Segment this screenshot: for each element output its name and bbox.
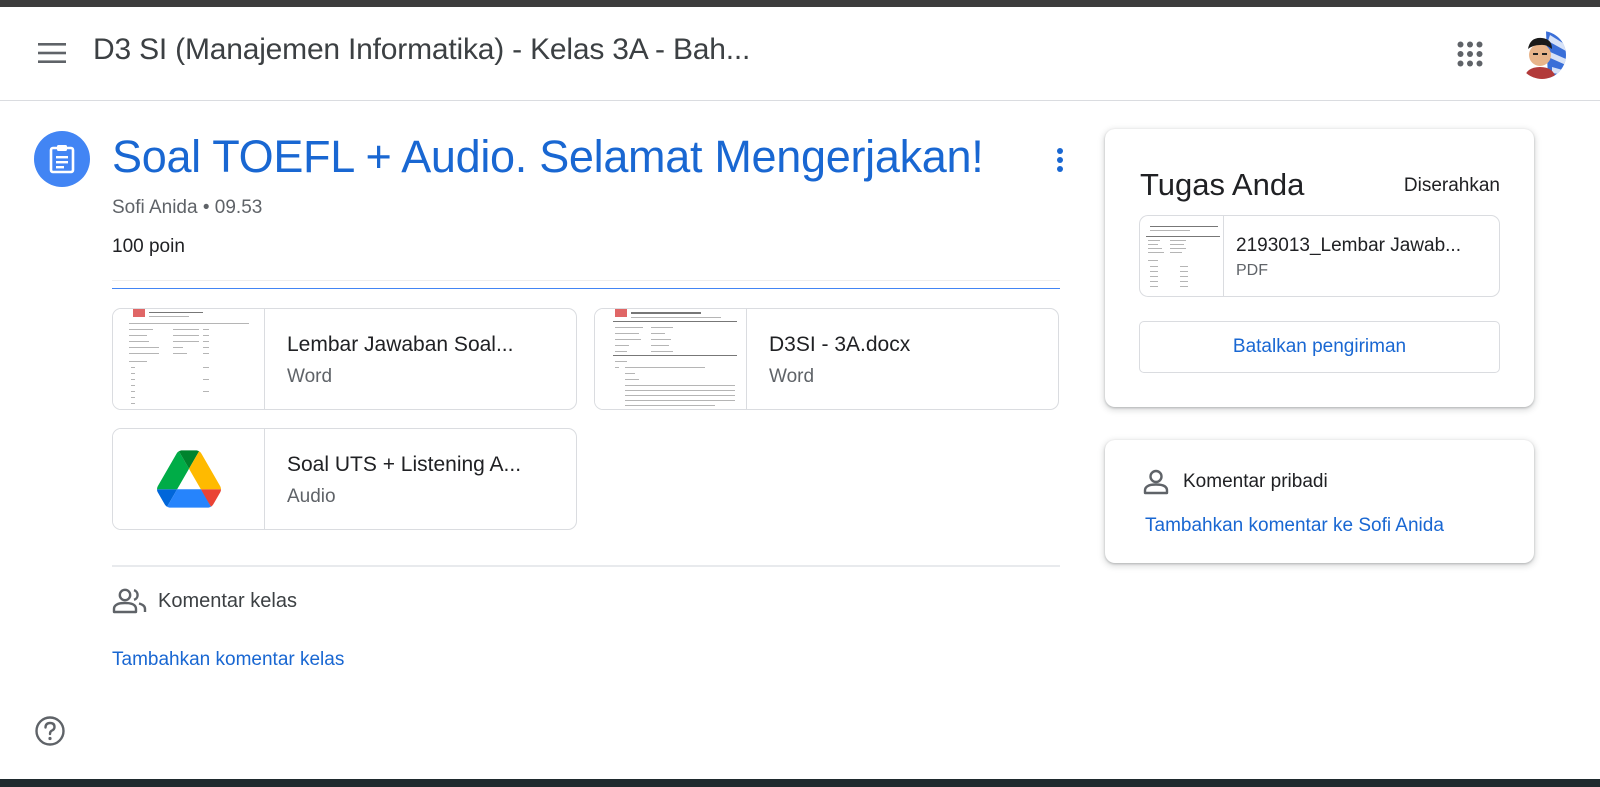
attachment-name: Lembar Jawaban Soal...: [287, 333, 514, 356]
google-drive-icon: [113, 429, 265, 529]
people-icon: [112, 588, 147, 614]
private-comments-panel: Komentar pribadi Tambahkan komentar ke S…: [1105, 440, 1534, 563]
divider: [112, 280, 1060, 281]
attachment-card[interactable]: Lembar Jawaban Soal... Word: [112, 308, 577, 410]
author-name: Sofi Anida: [112, 197, 198, 218]
clipboard-icon: [49, 145, 75, 174]
more-options-button[interactable]: [1043, 140, 1077, 180]
your-work-panel: Tugas Anda Diserahkan 2193013_Lembar Jaw…: [1105, 129, 1534, 407]
class-comments-header: Komentar kelas: [112, 588, 297, 614]
bottom-window-strip: [0, 779, 1600, 787]
post-time: 09.53: [214, 197, 263, 218]
help-button[interactable]: [34, 715, 66, 747]
private-comments-label: Komentar pribadi: [1183, 471, 1328, 492]
private-comments-header: Komentar pribadi: [1143, 469, 1328, 495]
assignment-icon: [34, 131, 90, 187]
attachment-name: Soal UTS + Listening A...: [287, 453, 522, 476]
submitted-file-type: PDF: [1236, 262, 1268, 279]
top-window-strip: [0, 0, 1600, 7]
user-avatar[interactable]: [1518, 31, 1566, 79]
word-doc-thumbnail: [113, 309, 265, 409]
add-private-comment-link[interactable]: Tambahkan komentar ke Sofi Anida: [1145, 515, 1444, 537]
assignment-meta: Sofi Anida • 09.53: [112, 197, 262, 219]
attachment-card[interactable]: Soal UTS + Listening A... Audio: [112, 428, 577, 530]
attachment-name: D3SI - 3A.docx: [769, 333, 911, 356]
class-comments-label: Komentar kelas: [158, 589, 297, 612]
your-work-title: Tugas Anda: [1140, 167, 1305, 202]
app-header: D3 SI (Manajemen Informatika) - Kelas 3A…: [0, 7, 1600, 101]
attachment-type: Audio: [287, 486, 336, 507]
pdf-thumbnail: [1140, 216, 1224, 296]
attachment-card[interactable]: D3SI - 3A.docx Word: [594, 308, 1059, 410]
help-circle-icon: [35, 716, 65, 746]
person-icon: [1143, 469, 1169, 495]
hamburger-menu-icon: [38, 43, 66, 63]
word-doc-thumbnail: [595, 309, 747, 409]
avatar-image: [1518, 31, 1566, 79]
class-title[interactable]: D3 SI (Manajemen Informatika) - Kelas 3A…: [93, 33, 750, 67]
submitted-file-name: 2193013_Lembar Jawab...: [1236, 235, 1461, 256]
divider: [112, 565, 1060, 567]
submission-status: Diserahkan: [1403, 175, 1500, 196]
main-menu-button[interactable]: [30, 33, 74, 73]
add-class-comment-link[interactable]: Tambahkan komentar kelas: [112, 649, 344, 671]
google-apps-button[interactable]: [1452, 36, 1488, 72]
submitted-file-card[interactable]: 2193013_Lembar Jawab... PDF: [1139, 215, 1500, 297]
attachment-type: Word: [769, 366, 815, 387]
assignment-points: 100 poin: [112, 236, 185, 257]
meta-separator: •: [202, 197, 210, 218]
attachment-type: Word: [287, 366, 333, 387]
unsubmit-button[interactable]: Batalkan pengiriman: [1139, 321, 1500, 373]
assignment-title: Soal TOEFL + Audio. Selamat Mengerjakan!: [112, 131, 984, 182]
divider-accent: [112, 288, 1060, 289]
apps-grid-icon: [1457, 41, 1483, 67]
more-vert-icon: [1057, 148, 1063, 172]
